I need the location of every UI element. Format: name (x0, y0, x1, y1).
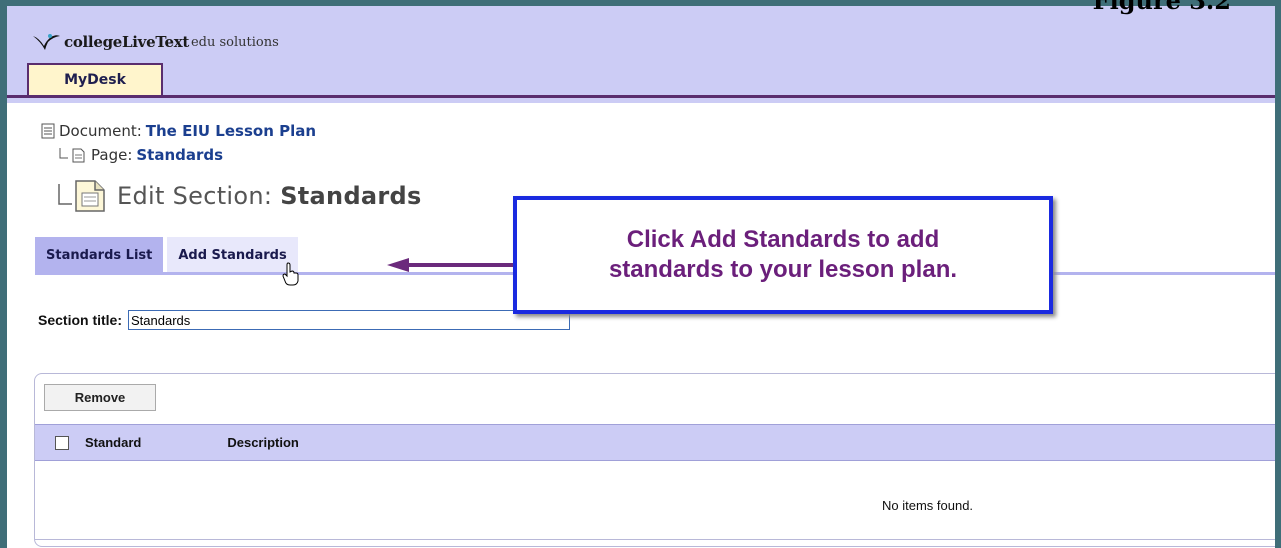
section-tabs: Standards List Add Standards (35, 237, 298, 274)
tab-mydesk[interactable]: MyDesk (27, 63, 163, 95)
column-description[interactable]: Description (227, 435, 299, 450)
header-divider (7, 95, 1275, 98)
figure-label: Figure 3.2 (1092, 0, 1231, 15)
page-label: Page: (91, 146, 133, 164)
empty-message: No items found. (882, 498, 974, 513)
page-icon (72, 148, 85, 162)
standards-panel: Remove Standard Description No items fou… (34, 373, 1275, 547)
document-icon (41, 123, 55, 139)
breadcrumb: Document: The EIU Lesson Plan Page: Stan… (41, 119, 316, 167)
page-title: Edit Section: Standards (57, 178, 422, 214)
tree-connector-icon (59, 148, 68, 159)
brand-name: collegeLiveText (64, 33, 189, 51)
instruction-callout: Click Add Standards to add standards to … (513, 196, 1053, 314)
top-header: collegeLiveText edu solutions MyDesk (7, 6, 1275, 103)
hand-cursor-icon (282, 262, 299, 286)
page-link[interactable]: Standards (136, 146, 223, 164)
document-link[interactable]: The EIU Lesson Plan (146, 122, 316, 140)
section-title-label: Section title: (38, 312, 123, 328)
heading-prefix: Edit Section: (117, 182, 273, 210)
callout-arrow-icon (387, 258, 517, 272)
table-header: Standard Description (35, 424, 1275, 461)
section-icon (75, 180, 105, 212)
brand-logo[interactable]: collegeLiveText edu solutions (31, 32, 279, 52)
breadcrumb-page: Page: Standards (59, 143, 316, 167)
section-title-row: Section title: (38, 310, 571, 330)
heading-section-name: Standards (280, 182, 422, 210)
callout-line-2: standards to your lesson plan. (608, 256, 958, 283)
breadcrumb-document: Document: The EIU Lesson Plan (41, 119, 316, 143)
panel-footer-line (35, 539, 1275, 540)
select-all-checkbox[interactable] (55, 435, 69, 450)
tree-connector-icon (58, 184, 72, 205)
document-label: Document: (59, 122, 142, 140)
tab-standards-list[interactable]: Standards List (35, 237, 164, 274)
column-standard[interactable]: Standard (85, 435, 141, 450)
brand-suffix: edu solutions (190, 34, 279, 50)
app-frame: collegeLiveText edu solutions MyDesk Doc… (0, 0, 1281, 548)
callout-line-1: Click Add Standards to add (626, 226, 940, 253)
bird-logo-icon (33, 34, 60, 50)
tab-add-standards[interactable]: Add Standards (167, 237, 298, 274)
edit-section-heading: Edit Section: Standards (117, 182, 422, 210)
section-title-input[interactable] (128, 310, 571, 330)
remove-button[interactable]: Remove (44, 384, 156, 411)
